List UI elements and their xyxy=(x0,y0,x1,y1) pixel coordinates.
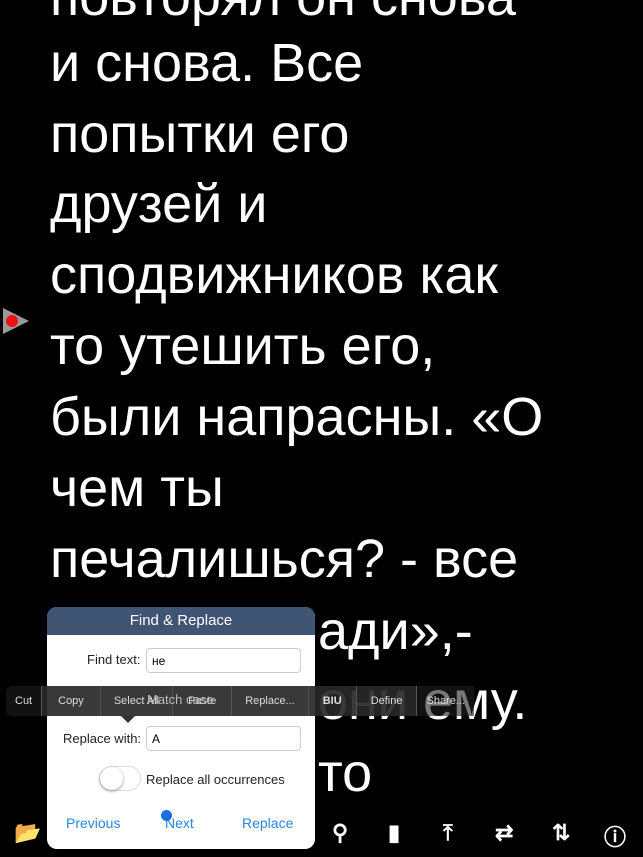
menu-share[interactable]: Share... xyxy=(417,686,475,716)
text-line: печалишься? - все xyxy=(50,529,519,589)
search-icon[interactable]: ⚲ xyxy=(332,820,348,846)
replace-all-toggle[interactable] xyxy=(99,766,141,791)
swap-icon[interactable]: ⇄ xyxy=(495,820,513,846)
folder-icon[interactable]: 📂 xyxy=(14,820,41,846)
find-text-label: Find text: xyxy=(87,652,141,667)
menu-define[interactable]: Define xyxy=(356,686,418,716)
menu-cut[interactable]: Cut xyxy=(6,686,43,716)
context-menu: Cut Copy Select All Paste Replace... BIU… xyxy=(6,686,504,716)
text-line: и снова. Все xyxy=(50,33,364,93)
text-line: были напрасны. «О xyxy=(50,387,544,447)
menu-replace[interactable]: Replace... xyxy=(232,686,309,716)
touch-indicator xyxy=(161,810,172,821)
position-marker-icon[interactable] xyxy=(3,308,29,334)
replace-with-label: Replace with: xyxy=(63,731,142,746)
replace-button[interactable]: Replace xyxy=(242,815,293,831)
sort-icon[interactable]: ⇅ xyxy=(552,820,570,846)
text-line: ади»,- xyxy=(318,601,473,661)
text-line: то xyxy=(318,743,373,803)
scroll-top-icon[interactable]: ⤒ xyxy=(443,820,453,846)
match-case-label: Match case xyxy=(147,692,214,707)
bookmark-icon[interactable]: ▮ xyxy=(388,820,400,846)
previous-button[interactable]: Previous xyxy=(66,815,120,831)
find-text-input[interactable]: не xyxy=(146,648,301,673)
text-line: сподвижников как xyxy=(50,245,498,305)
text-line: друзей и xyxy=(50,174,268,234)
info-icon[interactable]: ⓘ xyxy=(604,820,626,852)
menu-pointer xyxy=(121,716,135,723)
menu-format[interactable]: BIU xyxy=(308,686,357,716)
text-line: чем ты xyxy=(50,458,224,518)
replace-with-input[interactable]: A xyxy=(146,726,301,751)
popup-title: Find & Replace xyxy=(47,607,315,635)
text-line: то утешить его, xyxy=(50,316,436,376)
menu-copy[interactable]: Copy xyxy=(42,686,101,716)
text-line: попытки его xyxy=(50,104,350,164)
replace-all-label: Replace all occurrences xyxy=(146,772,285,787)
find-replace-popup: Find & Replace Find text: не Replace wit… xyxy=(47,607,315,849)
